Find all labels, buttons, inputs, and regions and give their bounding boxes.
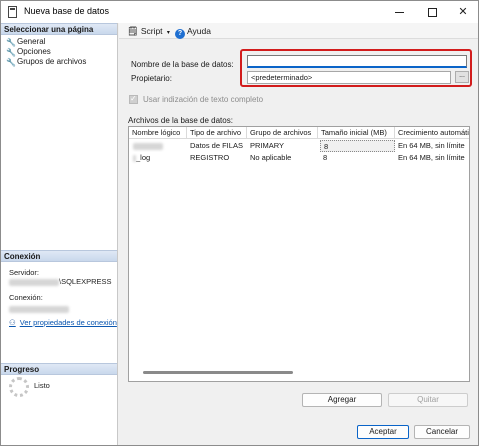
autogrowth-cell[interactable]: En 64 MB, sin límite: [395, 140, 469, 152]
script-icon: 🗒: [127, 26, 139, 36]
left-pane: Seleccionar una página 🔧General 🔧Opcione…: [1, 23, 118, 445]
page-item-label: Grupos de archivos: [17, 57, 87, 66]
window-title: Nueva base de datos: [24, 6, 110, 16]
initial-size-cell[interactable]: 8: [320, 140, 395, 152]
database-icon: [8, 6, 17, 18]
help-icon: ?: [175, 29, 185, 39]
help-label: Ayuda: [187, 26, 211, 36]
grid-header: Nombre lógico Tipo de archivo Grupo de a…: [129, 127, 469, 139]
file-type-cell: Datos de FILAS: [190, 141, 243, 150]
maximize-button[interactable]: [416, 1, 448, 23]
close-icon: ✕: [458, 6, 468, 18]
toolbar: 🗒 Script ▾ ? Ayuda: [119, 23, 478, 39]
wrench-icon: 🔧: [6, 58, 16, 67]
redacted-text: [9, 305, 69, 313]
server-label: Servidor:: [9, 268, 40, 277]
owner-label: Propietario:: [131, 74, 172, 83]
maximize-icon: [427, 7, 437, 17]
script-button[interactable]: 🗒 Script ▾: [127, 26, 170, 37]
progress-status: Listo: [34, 381, 50, 390]
column-header[interactable]: Tamaño inicial (MB): [318, 127, 395, 139]
close-button[interactable]: ✕: [447, 1, 479, 23]
column-header[interactable]: Grupo de archivos: [247, 127, 318, 139]
progress-spinner-icon: [9, 377, 29, 397]
redacted-text: [133, 142, 163, 150]
script-label: Script: [140, 26, 163, 36]
new-database-dialog: Nueva base de datos ✕ Seleccionar una pá…: [0, 0, 479, 446]
select-page-header: Seleccionar una página: [1, 23, 117, 35]
server-value: \SQLEXPRESS: [9, 277, 112, 286]
table-row[interactable]: _log REGISTRO No aplicable 8 En 64 MB, s…: [129, 152, 469, 164]
horizontal-scrollbar[interactable]: [143, 371, 293, 374]
page-item-filegroups[interactable]: 🔧Grupos de archivos: [6, 56, 86, 67]
minimize-button[interactable]: [383, 1, 415, 23]
connection-value: [9, 304, 69, 313]
autogrowth-cell[interactable]: En 64 MB, sin límite: [395, 152, 469, 164]
redacted-text: [133, 154, 136, 162]
filegroup-cell[interactable]: No aplicable: [247, 152, 318, 164]
fulltext-checkbox[interactable]: [129, 94, 138, 104]
server-name: \SQLEXPRESS: [59, 277, 112, 286]
redacted-text: [9, 278, 59, 286]
fulltext-label: Usar indización de texto completo: [143, 95, 264, 104]
database-files-grid[interactable]: Nombre lógico Tipo de archivo Grupo de a…: [128, 126, 470, 382]
title-bar: Nueva base de datos ✕: [1, 1, 478, 23]
minimize-icon: [394, 11, 404, 13]
add-button[interactable]: Agregar: [302, 393, 382, 407]
column-header[interactable]: Crecimiento automátic: [395, 127, 469, 139]
logical-name-text: _log: [136, 153, 151, 162]
page-item-label: Opciones: [17, 47, 51, 56]
page-item-label: General: [17, 37, 46, 46]
highlight-box: [240, 49, 472, 87]
view-connection-properties-link[interactable]: ⚇ Ver propiedades de conexión: [9, 318, 117, 327]
logical-name-cell[interactable]: _log: [129, 152, 187, 164]
chevron-down-icon: ▾: [166, 30, 170, 36]
help-button[interactable]: ? Ayuda: [175, 26, 211, 39]
connection-header: Conexión: [1, 250, 117, 262]
column-header[interactable]: Nombre lógico: [129, 127, 187, 139]
file-type-cell: REGISTRO: [190, 153, 230, 162]
column-header[interactable]: Tipo de archivo: [187, 127, 247, 139]
table-row[interactable]: Datos de FILAS PRIMARY 8 En 64 MB, sin l…: [129, 140, 469, 152]
ok-button[interactable]: Aceptar: [357, 425, 409, 439]
files-section-label: Archivos de la base de datos:: [128, 116, 233, 125]
db-name-label: Nombre de la base de datos:: [131, 60, 234, 69]
cancel-button[interactable]: Cancelar: [414, 425, 470, 439]
progress-header: Progreso: [1, 363, 117, 375]
remove-button[interactable]: Quitar: [388, 393, 468, 407]
general-page: Nombre de la base de datos: Propietario:…: [119, 40, 478, 445]
connection-label: Conexión:: [9, 293, 43, 302]
connection-properties-icon: ⚇: [9, 318, 16, 327]
initial-size-cell[interactable]: 8: [320, 152, 395, 164]
filegroup-cell[interactable]: PRIMARY: [247, 140, 318, 152]
logical-name-cell[interactable]: [129, 140, 187, 152]
link-label: Ver propiedades de conexión: [19, 318, 117, 327]
